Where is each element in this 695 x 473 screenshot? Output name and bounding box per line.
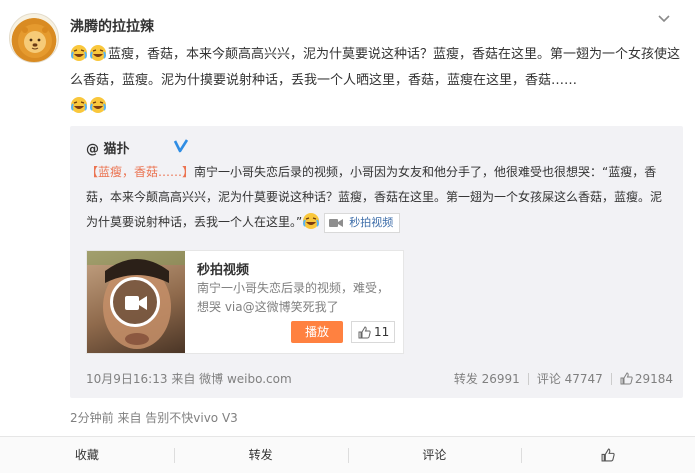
video-card[interactable]: 秒拍视频 南宁一小哥失恋后录的视频，难受，想哭 via@这微博笑死我了 播放 1… bbox=[86, 250, 404, 354]
forward-button[interactable]: 转发 bbox=[173, 437, 348, 473]
video-camera-icon bbox=[125, 296, 147, 310]
like-button[interactable] bbox=[521, 437, 695, 473]
laugh-cry-emoji-icon bbox=[90, 45, 106, 61]
video-like-button[interactable]: 11 bbox=[351, 321, 395, 343]
divider bbox=[527, 372, 529, 385]
repost-like-button[interactable]: 29184 bbox=[620, 372, 673, 386]
repost-forward-count[interactable]: 转发 26991 bbox=[454, 370, 520, 387]
thumbs-up-icon bbox=[620, 372, 633, 385]
user-avatar[interactable] bbox=[9, 13, 59, 63]
post-username[interactable]: 沸腾的拉拉辣 bbox=[70, 16, 154, 36]
thumbs-up-icon bbox=[358, 326, 371, 339]
video-link-label: 秒拍视频 bbox=[349, 216, 394, 229]
video-like-count: 11 bbox=[374, 325, 390, 339]
laugh-cry-emoji-icon bbox=[71, 97, 87, 113]
verified-v-badge-icon bbox=[173, 139, 189, 153]
repost-meta: 10月9日16:13 来自 微博 weibo.com bbox=[86, 370, 292, 387]
play-button[interactable] bbox=[110, 277, 160, 327]
post-meta: 2分钟前 来自 告别不快vivo V3 bbox=[70, 411, 238, 425]
lion-avatar-icon bbox=[18, 24, 52, 58]
repost-username[interactable]: @ 猫扑 bbox=[86, 138, 130, 157]
chevron-down-icon[interactable] bbox=[656, 12, 672, 26]
video-card-title[interactable]: 秒拍视频 bbox=[197, 259, 249, 278]
laugh-cry-emoji-icon bbox=[90, 97, 106, 113]
repost-tag[interactable]: 【蓝瘦，香菇……】 bbox=[86, 165, 194, 179]
divider bbox=[610, 372, 612, 385]
repost-actions: 转发 26991 评论 47747 29184 bbox=[454, 370, 673, 387]
repost-comment-count[interactable]: 评论 47747 bbox=[537, 370, 603, 387]
video-card-description: 南宁一小哥失恋后录的视频，难受，想哭 via@这微博笑死我了 bbox=[197, 281, 390, 314]
video-thumbnail[interactable] bbox=[87, 251, 185, 353]
laugh-cry-emoji-icon bbox=[303, 213, 320, 229]
video-link[interactable]: 秒拍视频 bbox=[324, 212, 401, 233]
repost-text: 【蓝瘦，香菇……】南宁一小哥失恋后录的视频，小哥因为女友和他分手了，他很难受也很… bbox=[86, 160, 672, 235]
repost-like-count: 29184 bbox=[634, 371, 673, 386]
post-action-bar: 收藏 转发 评论 bbox=[0, 436, 695, 473]
post-body-text: 蓝瘦，香菇，本来今颠高高兴兴，泥为什莫要说这种话？蓝瘦，香菇在这里。第一翅为一个… bbox=[70, 47, 681, 88]
laugh-cry-emoji-icon bbox=[71, 45, 87, 61]
weibo-post-card: 沸腾的拉拉辣 蓝瘦，香菇，本来今颠高高兴兴，泥为什莫要说这种话？蓝瘦，香菇在这里… bbox=[0, 0, 695, 473]
repost-time[interactable]: 10月9日16:13 bbox=[86, 372, 168, 386]
repost-source: 来自 微博 weibo.com bbox=[171, 372, 292, 386]
thumbs-up-icon bbox=[601, 448, 615, 462]
comment-button[interactable]: 评论 bbox=[347, 437, 522, 473]
play-text-button[interactable]: 播放 bbox=[291, 321, 343, 343]
reposted-weibo: @ 猫扑 【蓝瘦，香菇……】南宁一小哥失恋后录的视频，小哥因为女友和他分手了，他… bbox=[70, 126, 683, 398]
favorite-button[interactable]: 收藏 bbox=[0, 437, 174, 473]
video-camera-icon bbox=[329, 218, 344, 227]
post-text: 蓝瘦，香菇，本来今颠高高兴兴，泥为什莫要说这种话？蓝瘦，香菇在这里。第一翅为一个… bbox=[70, 42, 682, 120]
